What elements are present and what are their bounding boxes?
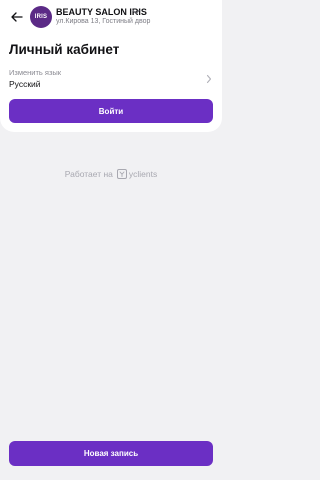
salon-logo: IRIS [30, 6, 52, 28]
yclients-logo-icon [116, 169, 127, 179]
powered-brand[interactable]: yclients [129, 169, 157, 179]
app-header: IRIS BEAUTY SALON IRIS ул.Кирова 13, Гос… [0, 0, 222, 34]
chevron-down-icon[interactable] [131, 8, 141, 16]
language-caption: Изменить язык [9, 68, 62, 77]
back-button[interactable] [8, 8, 26, 26]
salon-address: ул.Кирова 13, Гостиный двор [56, 18, 151, 25]
login-button[interactable]: Войти [9, 99, 213, 123]
arrow-left-icon [11, 12, 23, 22]
powered-prefix: Работает на [64, 169, 113, 179]
powered-by: Работает на yclients [0, 167, 222, 181]
language-value: Русский [9, 79, 41, 89]
change-language-row[interactable]: Изменить язык Русский [0, 66, 222, 92]
page-title: Личный кабинет [9, 42, 120, 57]
new-booking-button[interactable]: Новая запись [9, 441, 213, 466]
chevron-right-icon [206, 74, 212, 84]
